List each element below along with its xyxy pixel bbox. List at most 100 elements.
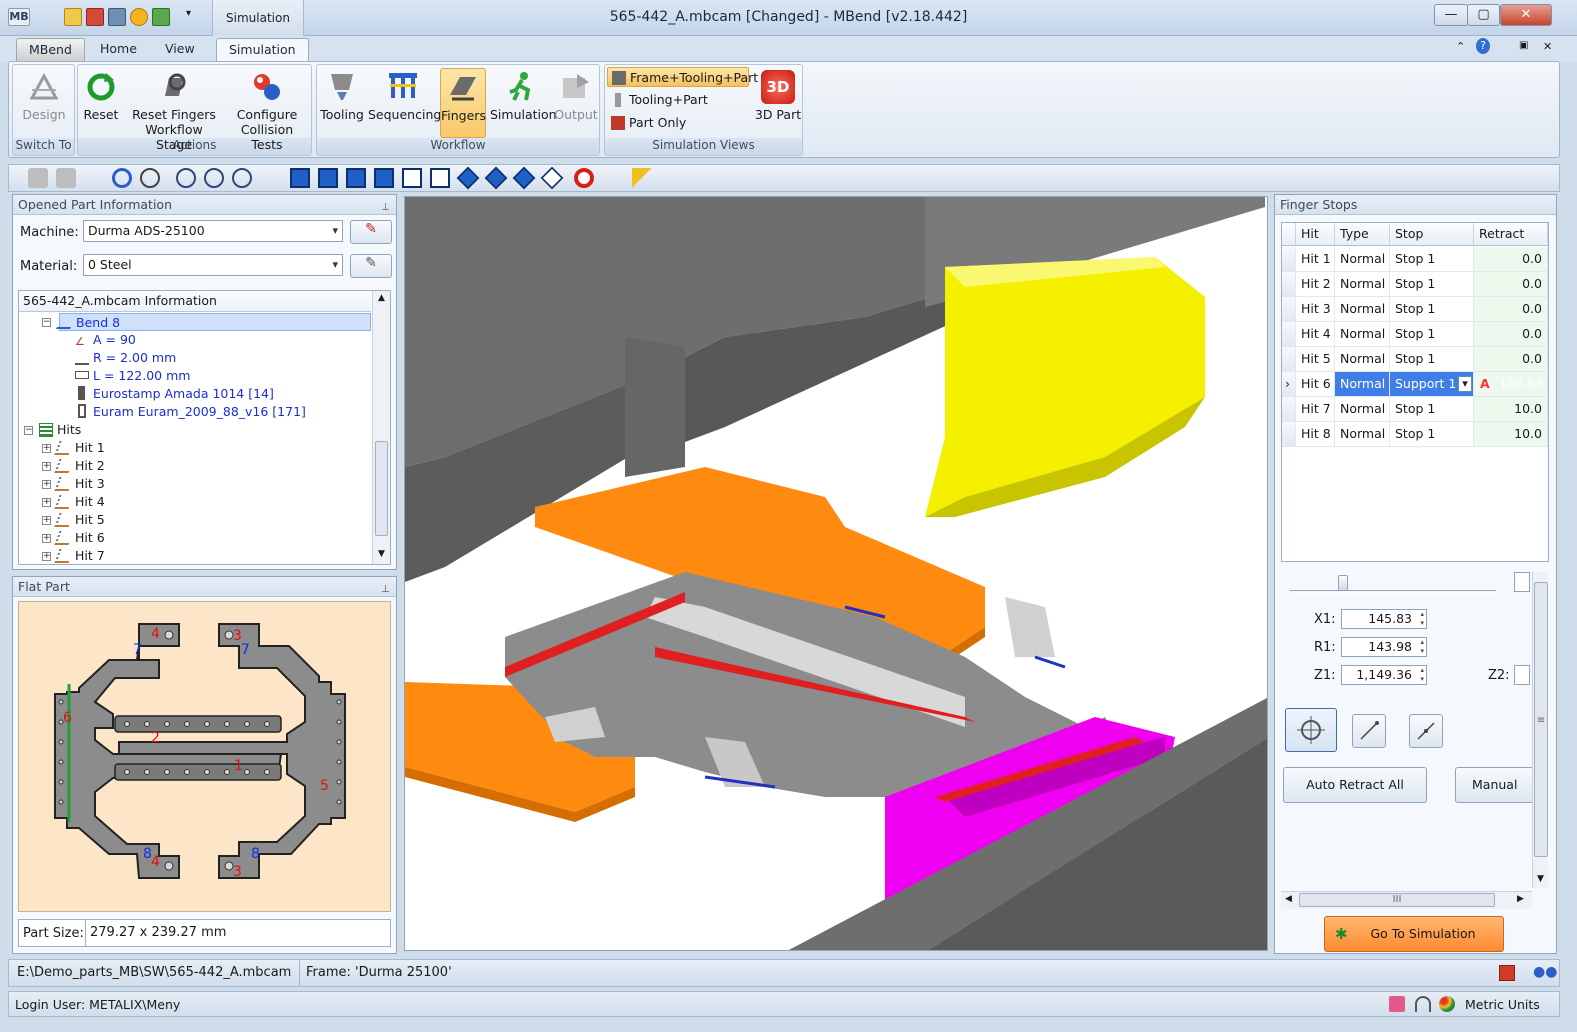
configure-collision-tests-button[interactable]: Configure Collision Tests xyxy=(224,68,310,152)
expand-icon[interactable]: + xyxy=(42,534,51,543)
scroll-down-icon[interactable]: ▼ xyxy=(1537,874,1544,884)
align-edge-button[interactable] xyxy=(1409,714,1443,748)
row-selector[interactable]: › xyxy=(1282,372,1296,397)
cell-stop[interactable]: Stop 1 xyxy=(1390,322,1474,347)
tree-hit-row[interactable]: Hit 3 xyxy=(54,475,105,493)
minimize-button[interactable]: — xyxy=(1434,4,1468,26)
tree-hit-row[interactable]: Hit 6 xyxy=(54,529,105,547)
row-selector[interactable] xyxy=(1282,247,1296,272)
retract-spin-icon[interactable]: ⇕ xyxy=(1537,372,1545,396)
manual-retract-button[interactable]: Manual Re xyxy=(1455,767,1533,803)
view-top-icon[interactable] xyxy=(346,168,366,188)
expand-icon[interactable]: + xyxy=(42,444,51,453)
tree-bend-row[interactable]: Bend 8 xyxy=(55,313,371,331)
row-selector[interactable] xyxy=(1282,322,1296,347)
flat-part-canvas[interactable]: 4 7 3 7 6 2 1 5 8 4 8 3 xyxy=(18,601,391,912)
cell-stop[interactable]: Stop 1 xyxy=(1390,397,1474,422)
x1-input[interactable]: 145.83 xyxy=(1341,609,1427,629)
pin-icon[interactable]: ⊥ xyxy=(381,198,391,213)
position-target-button[interactable] xyxy=(1285,708,1337,752)
auto-retract-all-button[interactable]: Auto Retract All xyxy=(1283,767,1427,803)
zoom-out-icon[interactable] xyxy=(204,168,224,188)
cell-type[interactable]: Normal xyxy=(1335,347,1390,372)
row-selector[interactable] xyxy=(1282,297,1296,322)
output-button[interactable]: Output xyxy=(554,68,598,138)
design-button[interactable]: Design xyxy=(14,68,74,138)
z1-input[interactable]: 1,149.36 xyxy=(1341,665,1427,685)
rotate-free-icon[interactable] xyxy=(140,168,160,188)
cell-retract[interactable]: 0.0 xyxy=(1474,297,1548,322)
pan-icon[interactable] xyxy=(56,168,76,188)
maximize-button[interactable]: ▢ xyxy=(1467,4,1500,26)
material-pick-button[interactable]: ✎ xyxy=(350,254,392,278)
tab-simulation[interactable]: Simulation xyxy=(216,38,309,62)
simulation-3d-view[interactable] xyxy=(404,196,1268,951)
measure-icon[interactable] xyxy=(632,168,652,188)
cell-hit[interactable]: Hit 7 xyxy=(1296,397,1335,422)
cell-type[interactable]: Normal xyxy=(1335,247,1390,272)
reset-button[interactable]: Reset xyxy=(80,68,122,138)
tree-hit-row[interactable]: Hit 2 xyxy=(54,457,105,475)
footsteps-icon[interactable]: ●● xyxy=(1533,964,1557,980)
material-select[interactable]: 0 Steel xyxy=(83,254,343,276)
tree-scrollbar[interactable]: ▲ ▼ xyxy=(372,291,390,564)
tree-hit-row[interactable]: Hit 1 xyxy=(54,439,105,457)
view-front-icon[interactable] xyxy=(290,168,310,188)
cell-type[interactable]: Normal xyxy=(1335,272,1390,297)
metric-units[interactable]: Metric Units xyxy=(1465,997,1540,1012)
close-button[interactable]: ✕ xyxy=(1500,4,1552,26)
cell-retract[interactable]: 0.0 xyxy=(1474,247,1548,272)
position-slider[interactable] xyxy=(1290,590,1496,594)
print-icon[interactable] xyxy=(1389,996,1405,1012)
close-doc-icon[interactable]: ✕ xyxy=(1543,40,1552,53)
expand-icon[interactable]: + xyxy=(42,498,51,507)
cell-stop[interactable]: Stop 1 xyxy=(1390,272,1474,297)
view-tooling-part-button[interactable]: Tooling+Part xyxy=(607,90,749,110)
view-bottom-icon[interactable] xyxy=(374,168,394,188)
scroll-up-icon[interactable]: ▲ xyxy=(378,293,385,303)
row-selector[interactable] xyxy=(1282,347,1296,372)
cell-stop[interactable]: Stop 1 xyxy=(1390,247,1474,272)
tab-mbend[interactable]: MBend xyxy=(16,38,85,62)
panel-hscrollbar[interactable]: ◀ III ▶ xyxy=(1281,891,1532,909)
stop-dropdown-icon[interactable]: ▾ xyxy=(1458,376,1472,392)
scroll-thumb[interactable]: ≡ xyxy=(1534,582,1548,857)
view-frame-tooling-part-button[interactable]: Frame+Tooling+Part xyxy=(607,67,758,87)
row-selector[interactable] xyxy=(1282,422,1296,447)
cell-retract[interactable]: 10.0 xyxy=(1474,397,1548,422)
cell-type[interactable]: Normal xyxy=(1335,297,1390,322)
cell-hit[interactable]: Hit 8 xyxy=(1296,422,1335,447)
move-icon[interactable] xyxy=(28,168,48,188)
machine-select[interactable]: Durma ADS-25100 xyxy=(83,220,343,242)
col-header-retract[interactable]: Retract xyxy=(1474,223,1548,246)
position-slider-thumb[interactable] xyxy=(1338,575,1348,591)
simulation-button[interactable]: Simulation xyxy=(490,68,557,138)
tab-home[interactable]: Home xyxy=(88,38,149,62)
view-part-only-button[interactable]: Part Only xyxy=(607,113,749,133)
cell-hit[interactable]: Hit 2 xyxy=(1296,272,1335,297)
zoom-icon[interactable] xyxy=(176,168,196,188)
cell-type[interactable]: Normal xyxy=(1335,422,1390,447)
expand-icon[interactable]: + xyxy=(42,516,51,525)
view-left-icon[interactable] xyxy=(402,168,422,188)
panel-vscrollbar[interactable]: ≡ ▼ xyxy=(1532,572,1548,888)
cell-stop[interactable]: Stop 1 xyxy=(1390,297,1474,322)
save-status-icon[interactable] xyxy=(1499,965,1515,981)
scroll-thumb[interactable] xyxy=(375,441,388,536)
zoom-fit-icon[interactable] xyxy=(232,168,252,188)
collapse-ribbon-icon[interactable]: ⌃ xyxy=(1456,40,1465,53)
collapse-icon[interactable]: − xyxy=(42,318,51,327)
sequencing-button[interactable]: Sequencing xyxy=(368,68,441,138)
tree-hit-row[interactable]: Hit 5 xyxy=(54,511,105,529)
cell-retract[interactable]: 0.0 xyxy=(1474,347,1548,372)
tooling-button[interactable]: Tooling xyxy=(318,68,366,138)
restore-doc-icon[interactable]: ▣ xyxy=(1519,40,1528,51)
view-back-icon[interactable] xyxy=(318,168,338,188)
z2-input[interactable] xyxy=(1514,665,1530,685)
expand-icon[interactable]: + xyxy=(42,552,51,561)
cell-hit[interactable]: Hit 4 xyxy=(1296,322,1335,347)
cell-hit[interactable]: Hit 6 xyxy=(1296,372,1335,397)
tree-hit-row[interactable]: Hit 4 xyxy=(54,493,105,511)
view-right-icon[interactable] xyxy=(430,168,450,188)
align-diagonal-button[interactable] xyxy=(1352,714,1386,748)
